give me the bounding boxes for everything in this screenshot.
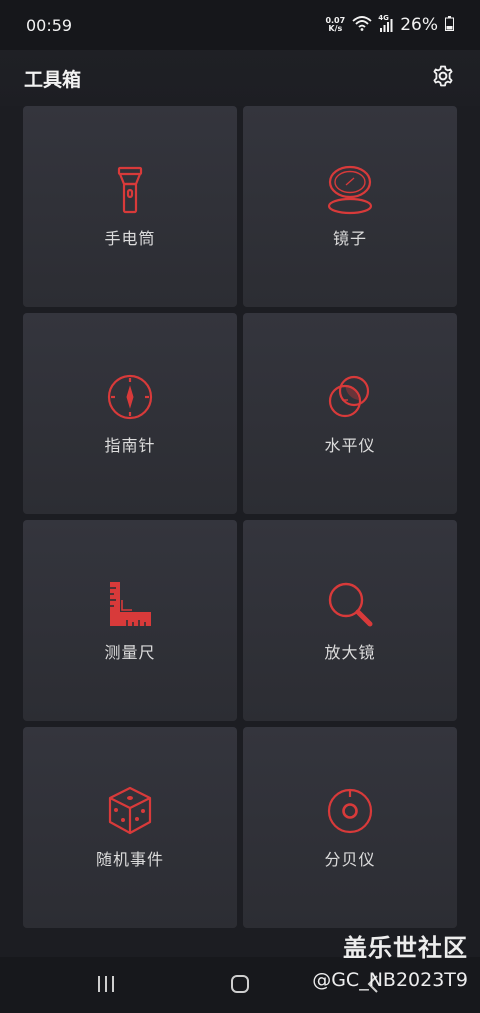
status-bar: 00:59 0.07 K/s 4G 26% xyxy=(0,0,480,50)
gear-icon xyxy=(431,64,455,92)
tool-label: 镜子 xyxy=(332,228,367,248)
back-button[interactable] xyxy=(354,971,394,1001)
navigation-bar xyxy=(0,957,480,1013)
tool-label: 放大镜 xyxy=(324,642,376,662)
tool-tile-mirror[interactable]: 镜子 xyxy=(243,106,457,307)
tool-label: 指南针 xyxy=(104,435,156,455)
ruler-icon xyxy=(105,579,155,629)
tool-label: 随机事件 xyxy=(95,849,164,869)
tool-label: 分贝仪 xyxy=(324,849,376,869)
tool-label: 测量尺 xyxy=(104,642,156,662)
settings-button[interactable] xyxy=(430,65,456,91)
battery-percent: 26% xyxy=(400,15,438,35)
tool-tile-level[interactable]: 水平仪 xyxy=(243,313,457,514)
battery-icon xyxy=(445,15,454,35)
net-speed-unit: K/s xyxy=(328,24,343,33)
level-icon xyxy=(325,372,375,422)
flashlight-icon xyxy=(105,165,155,215)
tool-tile-flashlight[interactable]: 手电筒 xyxy=(23,106,237,307)
tool-grid: 手电筒 镜子 指南针 水平仪 测量尺 放大镜 随机事件 分贝仪 xyxy=(23,106,457,928)
tool-tile-compass[interactable]: 指南针 xyxy=(23,313,237,514)
tool-tile-dice[interactable]: 随机事件 xyxy=(23,727,237,928)
compass-icon xyxy=(105,372,155,422)
mirror-icon xyxy=(325,165,375,215)
tool-tile-magnifier[interactable]: 放大镜 xyxy=(243,520,457,721)
recents-button[interactable] xyxy=(86,971,126,1001)
tool-label: 手电筒 xyxy=(104,228,156,248)
tool-tile-decibel[interactable]: 分贝仪 xyxy=(243,727,457,928)
tool-tile-ruler[interactable]: 测量尺 xyxy=(23,520,237,721)
net-speed: 0.07 K/s xyxy=(325,17,345,33)
decibel-icon xyxy=(325,786,375,836)
magnifier-icon xyxy=(325,579,375,629)
tool-label: 水平仪 xyxy=(324,435,376,455)
recents-icon xyxy=(96,974,116,998)
status-time: 00:59 xyxy=(26,15,73,35)
page-title: 工具箱 xyxy=(24,68,82,91)
dice-icon xyxy=(105,786,155,836)
home-button[interactable] xyxy=(220,971,260,1001)
wifi-icon xyxy=(352,15,372,35)
back-icon xyxy=(364,974,384,998)
status-icons: 0.07 K/s 4G 26% xyxy=(325,14,454,35)
app-bar: 工具箱 xyxy=(0,50,480,106)
signal-icon: 4G xyxy=(378,14,393,33)
home-icon xyxy=(230,974,250,998)
